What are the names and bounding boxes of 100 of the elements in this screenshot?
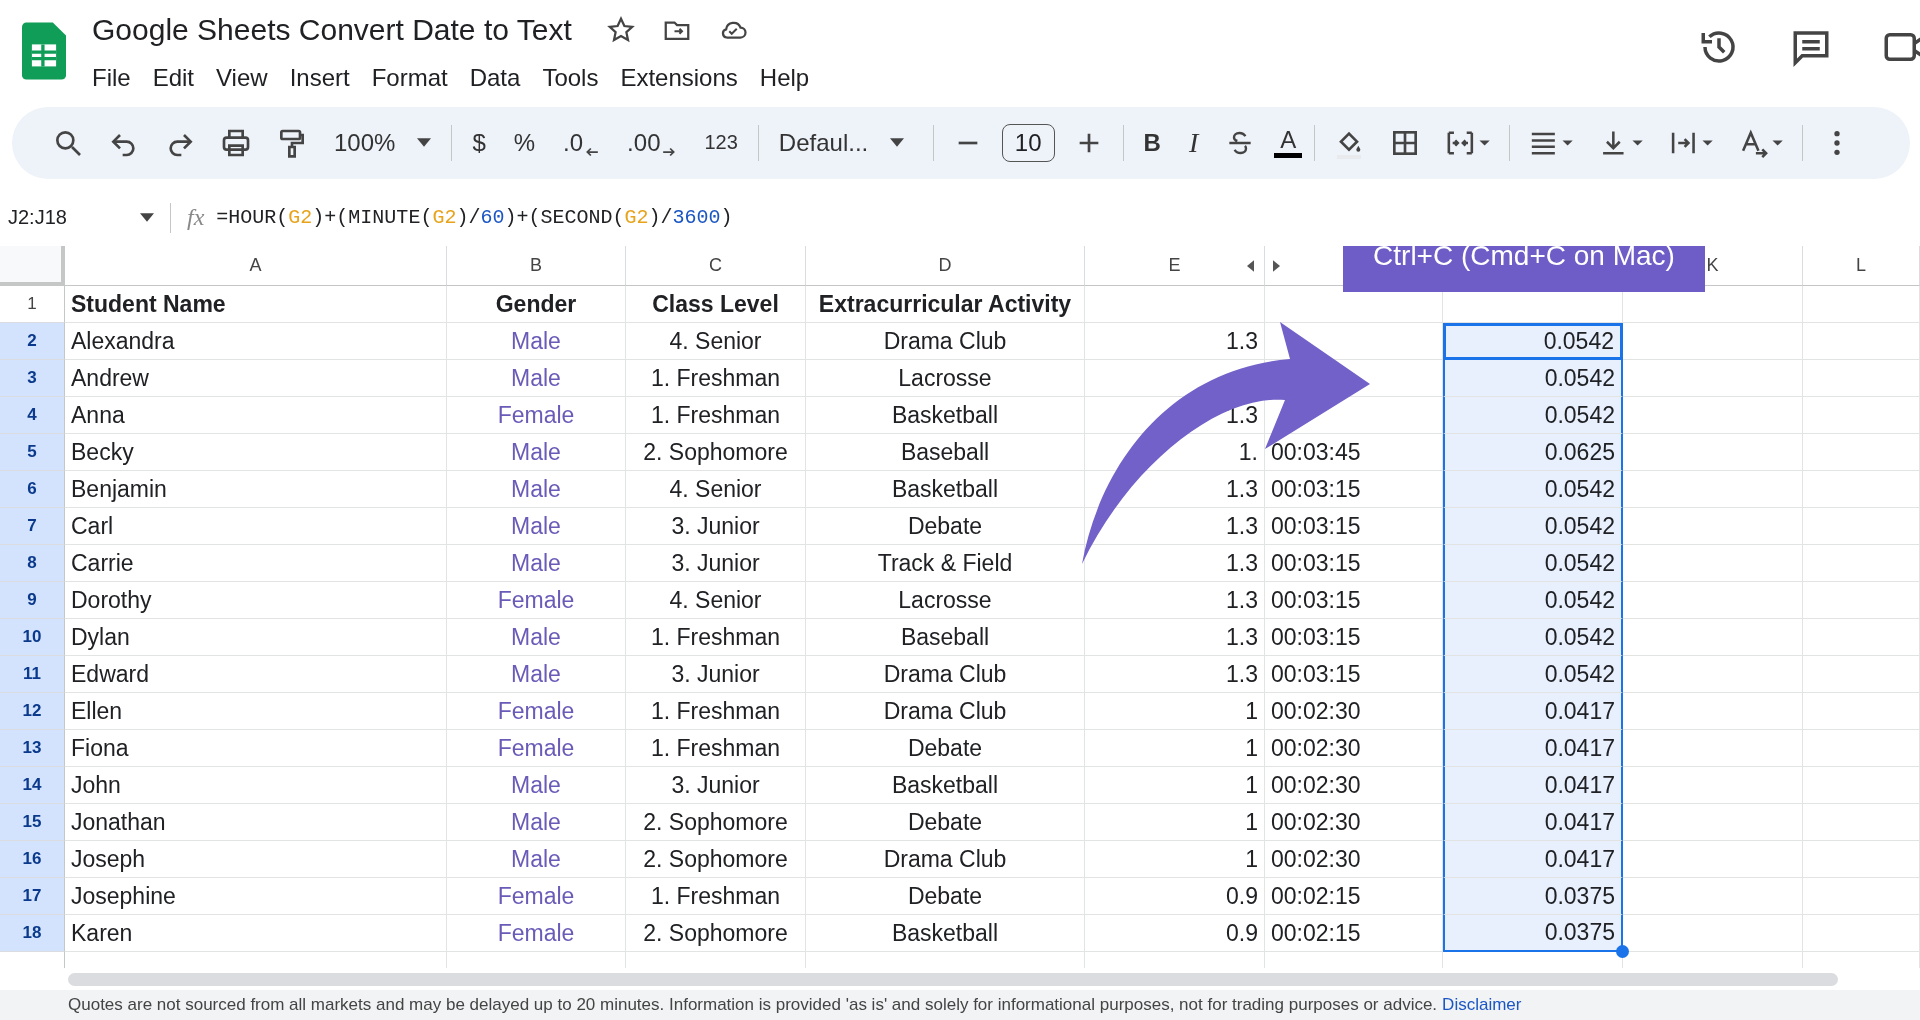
disclaimer-text: Quotes are not sourced from all markets and may be delayed up to 20 minutes. Information is provided 'as is' and solely for informational purposes, not for trading purposes or advice.: [68, 995, 1438, 1016]
table-cell: Female: [497, 401, 575, 429]
table-cell: 1.3: [1226, 512, 1258, 540]
table-cell: Male: [511, 438, 561, 466]
table-cell: Basketball: [891, 771, 999, 799]
table-cell: Male: [511, 549, 561, 577]
table-cell: 0.0542: [1544, 364, 1615, 392]
table-cell: Debate: [907, 512, 983, 540]
table-cell: John: [71, 771, 121, 799]
table-cell: Track & Field: [877, 549, 1013, 577]
table-cell: Anna: [71, 401, 125, 429]
table-cell: 0.0417: [1544, 734, 1615, 762]
table-cell: Ellen: [71, 697, 123, 725]
table-cell: 1.3: [1226, 475, 1258, 503]
table-cell: 0.0417: [1544, 697, 1615, 725]
table-cell: 00:02:30: [1271, 697, 1361, 725]
table-cell: 1. Freshman: [650, 882, 781, 910]
table-cell: 0.0542: [1544, 475, 1615, 503]
table-cell: 00:02:30: [1271, 734, 1361, 762]
table-cell: 2. Sophomore: [643, 808, 788, 836]
table-cell: 00:03:15: [1271, 475, 1361, 503]
table-cell: 1. Freshman: [650, 734, 781, 762]
table-cell: Basketball: [891, 401, 999, 429]
table-cell: Basketball: [891, 475, 999, 503]
table-cell: Drama Club: [883, 327, 1007, 355]
table-cell: 00:02:15: [1271, 919, 1361, 947]
table-cell: Drama Club: [883, 660, 1007, 688]
table-cell: 1: [1245, 808, 1258, 836]
table-cell: Fiona: [71, 734, 129, 762]
table-cell: 3. Junior: [671, 512, 760, 540]
table-cell: Alexandra: [71, 327, 175, 355]
table-cell: 1. Freshman: [650, 623, 781, 651]
table-cell: 00:02:30: [1271, 845, 1361, 873]
table-cell: Benjamin: [71, 475, 167, 503]
table-cell: Edward: [71, 660, 149, 688]
table-cell: Male: [511, 660, 561, 688]
table-cell: 3. Junior: [671, 660, 760, 688]
table-cell: 00:03:15: [1271, 549, 1361, 577]
table-cell: Female: [497, 734, 575, 762]
table-cell: 2. Sophomore: [643, 845, 788, 873]
table-cell: 4. Senior: [669, 586, 762, 614]
table-cell: 0.0542: [1544, 549, 1615, 577]
header-cell: Class Level: [652, 290, 779, 318]
table-cell: 0.0417: [1544, 845, 1615, 873]
table-cell: 2. Sophomore: [643, 919, 788, 947]
table-cell: Female: [497, 919, 575, 947]
table-cell: 1: [1245, 845, 1258, 873]
table-cell: 1.3: [1226, 327, 1258, 355]
table-cell: 0.0542: [1544, 512, 1615, 540]
table-cell: 00:02:30: [1271, 808, 1361, 836]
table-cell: Lacrosse: [898, 586, 992, 614]
table-cell: 00:03:15: [1271, 660, 1361, 688]
table-cell: 0.0542: [1544, 623, 1615, 651]
table-cell: Lacrosse: [898, 364, 992, 392]
table-cell: 0.9: [1226, 882, 1258, 910]
table-cell: Jonathan: [71, 808, 166, 836]
table-cell: Male: [511, 771, 561, 799]
table-cell: 1: [1245, 771, 1258, 799]
table-cell: Debate: [907, 882, 983, 910]
table-cell: Debate: [907, 808, 983, 836]
table-cell: 00:03:45: [1271, 438, 1361, 466]
table-cell: 0.0542: [1543, 328, 1614, 356]
table-cell: Male: [511, 364, 561, 392]
table-cell: Baseball: [900, 438, 990, 466]
table-cell: 0.0542: [1544, 401, 1615, 429]
table-cell: Karen: [71, 919, 133, 947]
table-cell: 0.0417: [1544, 808, 1615, 836]
header-cell: Student Name: [71, 290, 226, 318]
table-cell: 0.0375: [1544, 919, 1615, 947]
table-cell: 0.0417: [1544, 771, 1615, 799]
table-cell: 0.0625: [1544, 438, 1615, 466]
table-cell: 00:02:15: [1271, 882, 1361, 910]
table-cell: 3. Junior: [671, 549, 760, 577]
table-cell: Debate: [907, 734, 983, 762]
table-cell: Male: [511, 512, 561, 540]
table-cell: Carrie: [71, 549, 134, 577]
table-cell: 3. Junior: [671, 771, 760, 799]
table-cell: 1. Freshman: [650, 401, 781, 429]
table-cell: 00:02:30: [1271, 771, 1361, 799]
table-cell: 4. Senior: [669, 327, 762, 355]
table-cell: Carl: [71, 512, 114, 540]
table-cell: 00:03:15: [1271, 512, 1361, 540]
table-cell: Dorothy: [71, 586, 152, 614]
table-cell: Female: [497, 586, 575, 614]
table-cell: Male: [511, 623, 561, 651]
table-cell: 1.3: [1226, 623, 1258, 651]
table-cell: 1.3: [1226, 549, 1258, 577]
table-cell: 1. Freshman: [650, 697, 781, 725]
table-cell: 1. Freshman: [650, 364, 781, 392]
table-cell: Drama Club: [883, 697, 1007, 725]
table-cell: 1.3: [1226, 660, 1258, 688]
table-cell: Basketball: [891, 919, 999, 947]
table-cell: 0.0542: [1544, 586, 1615, 614]
table-cell: Male: [511, 845, 561, 873]
header-cell: Gender: [495, 290, 577, 318]
table-cell: Becky: [71, 438, 134, 466]
table-cell: Baseball: [900, 623, 990, 651]
table-cell: Joseph: [71, 845, 146, 873]
table-cell: 00:03:15: [1271, 623, 1361, 651]
table-cell: Female: [497, 697, 575, 725]
